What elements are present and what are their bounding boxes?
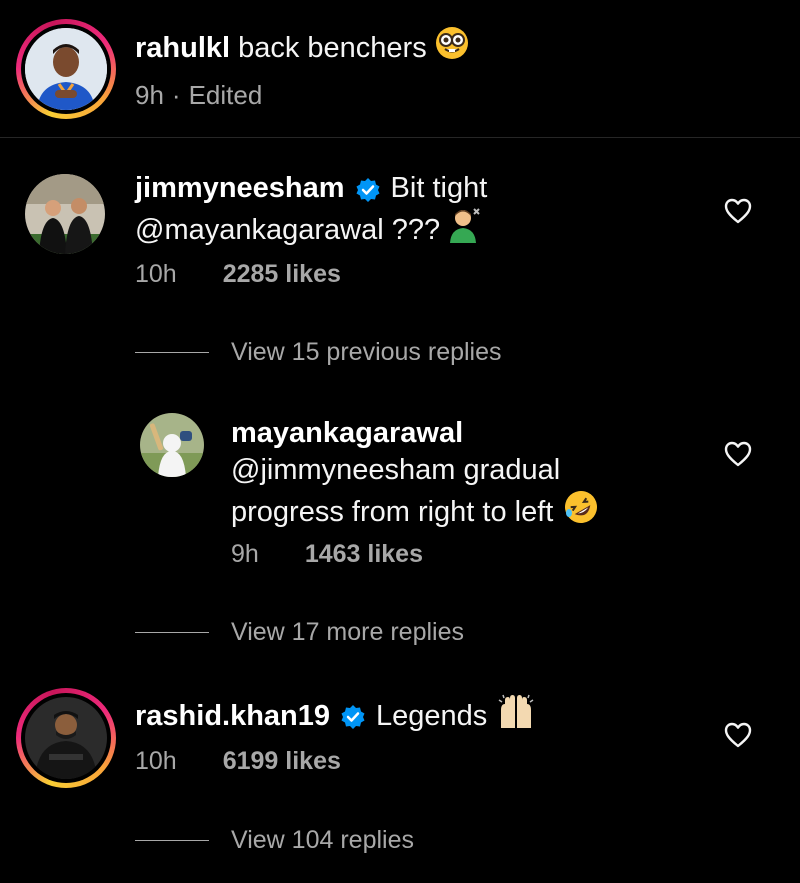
caption-divider (0, 137, 800, 138)
avatar-rashid-khan19[interactable] (25, 697, 107, 779)
view-all-replies-label: View 104 replies (231, 826, 414, 854)
comment-1-text-row2: @mayankagarawal ??? (135, 207, 482, 253)
caption-text: back benchers (238, 32, 427, 64)
caption-meta: 9h · Edited (135, 80, 262, 111)
heart-icon[interactable] (724, 441, 752, 467)
rolling-on-floor-laughing-emoji-icon (563, 489, 599, 535)
man-getting-haircut-emoji-icon (448, 207, 482, 253)
reply-1-meta: 9h 1463 likes (231, 540, 423, 569)
replies-line (135, 840, 209, 841)
caption-edited-label: Edited (188, 80, 263, 110)
avatar-mayankagarawal[interactable] (140, 413, 204, 477)
avatar-jimmyneesham[interactable] (25, 174, 105, 254)
caption-time: 9h (135, 80, 164, 110)
view-previous-replies-label: View 15 previous replies (231, 338, 502, 366)
nerd-face-emoji-icon (435, 26, 469, 70)
comment-3-header: rashid.khan19 Legends (135, 694, 535, 738)
comment-1-text-line1: Bit tight (390, 172, 488, 204)
reply-1-time: 9h (231, 540, 259, 568)
caption-separator: · (171, 80, 181, 110)
comment-1-header: jimmyneesham Bit tight (135, 170, 487, 207)
view-more-replies-label: View 17 more replies (231, 618, 464, 646)
view-more-replies[interactable]: View 17 more replies (135, 618, 464, 647)
view-all-replies[interactable]: View 104 replies (135, 826, 414, 855)
reply-1-text-line1: @jimmyneesham gradual (231, 454, 561, 486)
raising-hands-emoji-icon (497, 694, 535, 738)
avatar-rahulkl[interactable] (25, 28, 107, 110)
reply-1-likes[interactable]: 1463 likes (305, 540, 423, 569)
post-caption: rahulkl back benchers (135, 26, 469, 70)
replies-line (135, 352, 209, 353)
verified-badge-icon (340, 703, 366, 729)
comment-1-text-line2: @mayankagarawal ??? (135, 213, 441, 246)
view-previous-replies[interactable]: View 15 previous replies (135, 338, 502, 367)
comment-3-time: 10h (135, 747, 177, 775)
heart-icon[interactable] (724, 198, 752, 224)
heart-icon[interactable] (724, 722, 752, 748)
replies-line (135, 632, 209, 633)
reply-1-text-row2: progress from right to left (231, 489, 599, 535)
comment-1-time: 10h (135, 260, 177, 288)
comment-1-likes[interactable]: 2285 likes (223, 260, 341, 289)
comment-3-meta: 10h 6199 likes (135, 747, 341, 776)
comment-1-meta: 10h 2285 likes (135, 260, 341, 289)
reply-1-header: mayankagarawal (231, 415, 463, 452)
comment-3-text: Legends (376, 699, 488, 732)
comment-3-username[interactable]: rashid.khan19 (135, 698, 330, 735)
comment-1-username[interactable]: jimmyneesham (135, 170, 345, 207)
reply-1-text-line2: progress from right to left (231, 495, 554, 528)
comment-3-likes[interactable]: 6199 likes (223, 747, 341, 776)
reply-1-username[interactable]: mayankagarawal (231, 417, 463, 449)
verified-badge-icon (355, 176, 381, 202)
caption-username[interactable]: rahulkl (135, 29, 230, 67)
